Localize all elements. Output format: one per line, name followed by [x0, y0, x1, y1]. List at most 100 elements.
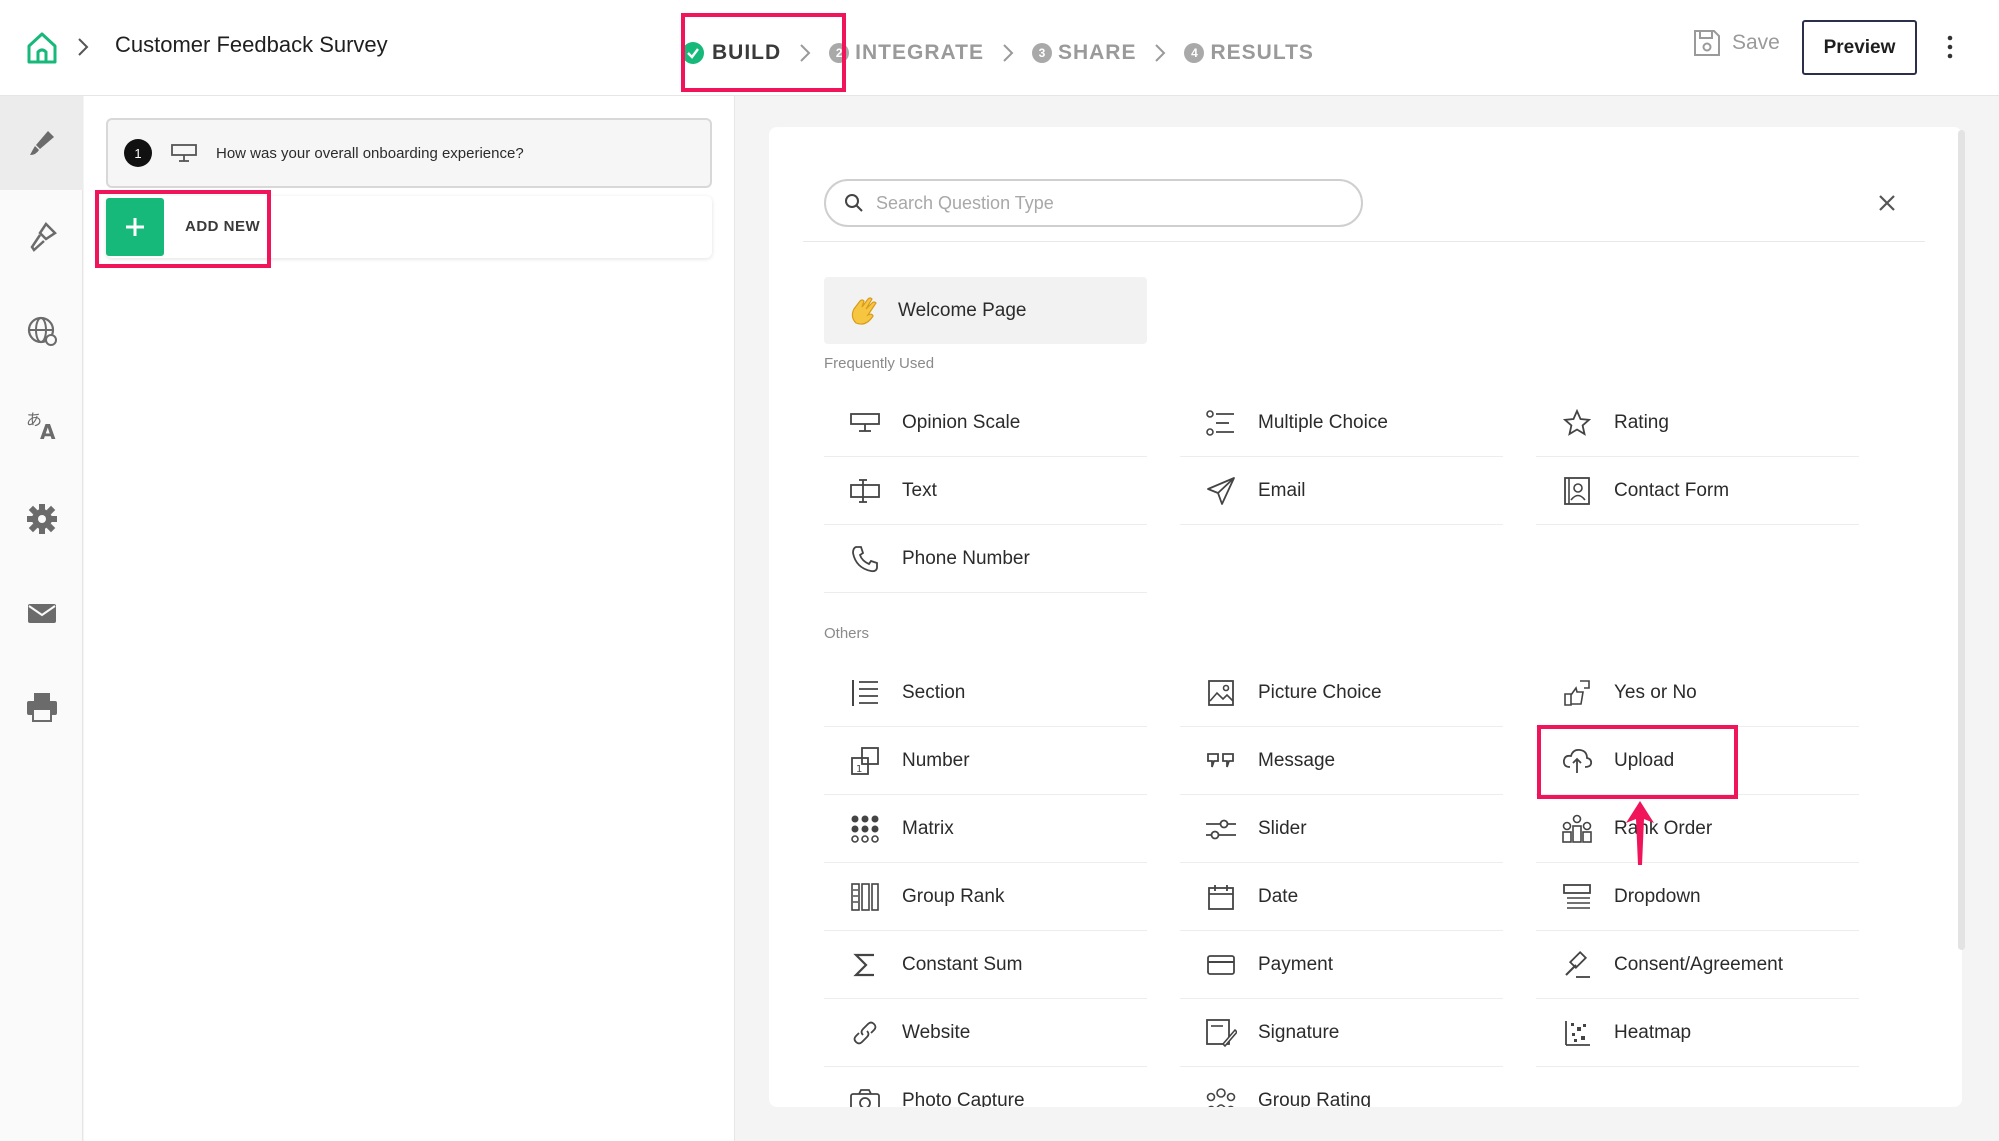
opinion-scale-icon: [171, 144, 197, 162]
rail-settings[interactable]: [0, 472, 83, 566]
qt-opinion-scale[interactable]: Opinion Scale: [824, 389, 1147, 457]
search-input[interactable]: [876, 192, 1336, 214]
step-results[interactable]: 4 RESULTS: [1184, 41, 1313, 65]
qt-label: Slider: [1258, 817, 1307, 839]
qt-label: Signature: [1258, 1021, 1340, 1043]
add-new-highlight-box: [95, 190, 271, 268]
mail-icon: [27, 604, 56, 623]
group-icon: [1206, 1087, 1236, 1107]
search-question-type[interactable]: [824, 179, 1363, 227]
more-options-icon[interactable]: [1944, 34, 1956, 60]
camera-icon: [850, 1088, 880, 1107]
svg-text:1: 1: [856, 764, 862, 775]
qt-contact-form[interactable]: Contact Form: [1536, 457, 1859, 525]
qt-rank-order[interactable]: Rank Order: [1536, 795, 1859, 863]
arrow-up-icon: [1626, 801, 1654, 865]
scrollbar[interactable]: [1958, 130, 1965, 950]
globe-icon: [27, 316, 57, 346]
qt-label: Rating: [1614, 411, 1669, 433]
qt-picture-choice[interactable]: Picture Choice: [1180, 659, 1503, 727]
qt-label: Multiple Choice: [1258, 411, 1388, 433]
side-rail: あ A: [0, 96, 83, 1141]
gavel-icon: [1565, 950, 1590, 978]
welcome-page-item[interactable]: Welcome Page: [824, 277, 1147, 344]
qt-constant-sum[interactable]: Constant Sum: [824, 931, 1147, 999]
qt-label: Email: [1258, 479, 1306, 501]
credit-card-icon: [1207, 954, 1235, 975]
save-button[interactable]: Save: [1692, 28, 1780, 58]
preview-button[interactable]: Preview: [1802, 20, 1917, 75]
paint-roller-icon: [29, 222, 57, 252]
qt-signature[interactable]: Signature: [1180, 999, 1503, 1067]
qt-label: Website: [902, 1021, 971, 1043]
contact-card-icon: [1564, 476, 1590, 505]
heatmap-icon: [1565, 1020, 1590, 1046]
qt-slider[interactable]: Slider: [1180, 795, 1503, 863]
qt-dropdown[interactable]: Dropdown: [1536, 863, 1859, 931]
step-label: SHARE: [1057, 41, 1137, 64]
qt-photo-capture[interactable]: Photo Capture: [824, 1067, 1147, 1107]
paper-plane-icon: [1207, 476, 1235, 505]
survey-title[interactable]: Customer Feedback Survey: [115, 32, 388, 58]
qt-section[interactable]: Section: [824, 659, 1147, 727]
qt-label: Consent/Agreement: [1614, 953, 1783, 975]
qt-group-rank[interactable]: Group Rank: [824, 863, 1147, 931]
qt-email[interactable]: Email: [1180, 457, 1503, 525]
step-number: 4: [1184, 43, 1205, 63]
step-integrate[interactable]: 2 INTEGRATE: [829, 41, 984, 65]
qt-label: Opinion Scale: [902, 411, 1021, 433]
star-icon: [1563, 408, 1591, 436]
qt-group-rating[interactable]: Group Rating: [1180, 1067, 1503, 1107]
chevron-right-icon: [78, 38, 89, 56]
step-share[interactable]: 3 SHARE: [1031, 41, 1137, 65]
calendar-icon: [1208, 884, 1234, 910]
qt-date[interactable]: Date: [1180, 863, 1503, 931]
home-icon[interactable]: [24, 30, 60, 66]
signature-icon: [1206, 1018, 1237, 1047]
question-card[interactable]: 1 How was your overall onboarding experi…: [106, 118, 712, 188]
qt-label: Payment: [1258, 953, 1333, 975]
qt-number[interactable]: 1 Number: [824, 727, 1147, 795]
close-icon[interactable]: [1875, 191, 1899, 215]
top-bar: Customer Feedback Survey BUILD 2 INTEGRA…: [0, 0, 1999, 96]
qt-label: Message: [1258, 749, 1336, 771]
qt-website[interactable]: Website: [824, 999, 1147, 1067]
qt-label: Photo Capture: [902, 1089, 1025, 1108]
search-icon: [845, 194, 863, 212]
qt-label: Group Rating: [1258, 1089, 1372, 1108]
text-field-icon: [850, 478, 880, 503]
qt-matrix[interactable]: Matrix: [824, 795, 1147, 863]
rail-email[interactable]: [0, 566, 83, 660]
qt-multiple-choice[interactable]: Multiple Choice: [1180, 389, 1503, 457]
rail-design[interactable]: [0, 190, 83, 284]
waving-hand-icon: [851, 296, 877, 325]
group-rank-icon: [851, 882, 879, 911]
quote-icon: [1207, 752, 1234, 767]
rail-build[interactable]: [0, 96, 83, 190]
rail-print[interactable]: [0, 660, 83, 754]
qt-text[interactable]: Text: [824, 457, 1147, 525]
translate-icon: あ A: [26, 410, 56, 443]
qt-rating[interactable]: Rating: [1536, 389, 1859, 457]
upload-highlight-box: [1537, 725, 1738, 799]
rail-translate[interactable]: あ A: [0, 378, 83, 472]
qt-label: Date: [1258, 885, 1299, 907]
qt-label: Heatmap: [1614, 1021, 1692, 1043]
qt-label: Yes or No: [1614, 681, 1697, 703]
step-label: RESULTS: [1210, 41, 1314, 64]
question-type-panel: Welcome Page Frequently Used Opinion Sca…: [769, 127, 1962, 1107]
rail-web[interactable]: [0, 284, 83, 378]
qt-message[interactable]: Message: [1180, 727, 1503, 795]
phone-icon: [852, 545, 878, 572]
svg-text:A: A: [40, 420, 56, 443]
step-label: INTEGRATE: [855, 41, 984, 64]
qt-consent-agreement[interactable]: Consent/Agreement: [1536, 931, 1859, 999]
dropdown-icon: [1563, 883, 1591, 909]
picture-icon: [1208, 679, 1234, 706]
qt-phone-number[interactable]: Phone Number: [824, 525, 1147, 593]
qt-heatmap[interactable]: Heatmap: [1536, 999, 1859, 1067]
qt-label: Dropdown: [1614, 885, 1701, 907]
qt-label: Section: [902, 681, 966, 703]
qt-yes-or-no[interactable]: Yes or No: [1536, 659, 1859, 727]
qt-payment[interactable]: Payment: [1180, 931, 1503, 999]
